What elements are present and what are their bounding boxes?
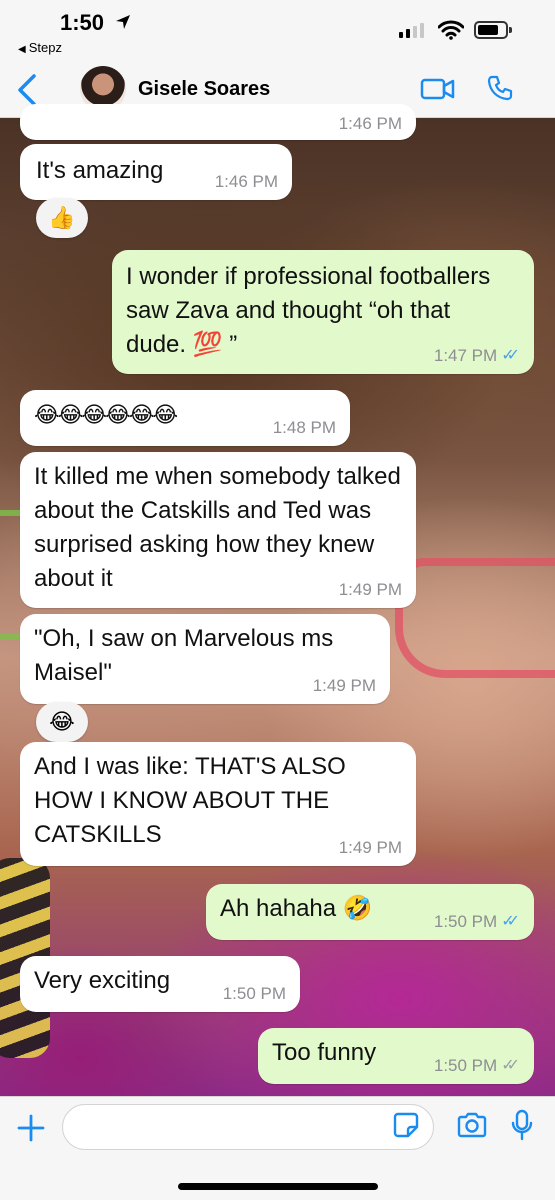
message-time: 1:47 PM ✓✓ bbox=[433, 346, 520, 365]
back-app-label: Stepz bbox=[28, 40, 62, 55]
wifi-icon bbox=[438, 20, 464, 40]
battery-icon bbox=[474, 21, 512, 39]
chevron-left-icon[interactable] bbox=[14, 72, 42, 108]
message-bubble-incoming[interactable]: And I was like: THAT'S ALSO HOW I KNOW A… bbox=[20, 742, 416, 866]
message-time: 1:48 PM bbox=[272, 418, 336, 437]
delivered-receipt-icon: ✓✓ bbox=[501, 1057, 520, 1074]
microphone-icon[interactable] bbox=[510, 1109, 534, 1141]
message-time: 1:50 PM ✓✓ bbox=[433, 912, 520, 931]
phone-icon[interactable] bbox=[486, 74, 514, 102]
laughing-face-icon: 😂 bbox=[49, 709, 75, 734]
video-camera-icon[interactable] bbox=[420, 76, 456, 102]
status-time: 1:50 bbox=[60, 10, 105, 35]
wallpaper-glasses-shape bbox=[395, 558, 555, 678]
camera-icon[interactable] bbox=[456, 1111, 488, 1139]
message-bubble-incoming[interactable]: It killed me when somebody talked about … bbox=[20, 452, 416, 608]
message-bubble-incoming[interactable]: "Oh, I saw on Marvelous ms Maisel" 1:49 … bbox=[20, 614, 390, 704]
message-bubble-outgoing[interactable]: Ah hahaha 🤣 1:50 PM ✓✓ bbox=[206, 884, 534, 940]
thumbs-up-icon: 👍 bbox=[48, 205, 76, 230]
message-time: 1:50 PM ✓✓ bbox=[433, 1056, 520, 1075]
location-arrow-icon bbox=[116, 15, 130, 29]
status-bar: 1:50 ◀ Stepz bbox=[0, 0, 555, 62]
message-bubble-outgoing[interactable]: I wonder if professional footballers saw… bbox=[112, 250, 534, 374]
contact-name[interactable]: Gisele Soares bbox=[138, 78, 270, 101]
back-to-app-link[interactable]: ◀ Stepz bbox=[18, 40, 62, 55]
read-receipt-icon: ✓✓ bbox=[501, 913, 520, 930]
cellular-signal-icon bbox=[399, 22, 424, 38]
plus-icon[interactable] bbox=[16, 1113, 46, 1143]
message-time: 1:46 PM bbox=[214, 172, 278, 191]
message-input-bar bbox=[0, 1096, 555, 1200]
message-bubble-incoming[interactable]: 1:46 PM bbox=[20, 104, 416, 140]
message-time: 1:49 PM bbox=[338, 838, 402, 857]
message-time: 1:50 PM bbox=[222, 984, 286, 1003]
home-indicator[interactable] bbox=[178, 1183, 378, 1190]
message-bubble-incoming[interactable]: It's amazing 1:46 PM bbox=[20, 144, 292, 200]
read-receipt-icon: ✓✓ bbox=[501, 347, 520, 364]
message-bubble-incoming[interactable]: Very exciting 1:50 PM bbox=[20, 956, 300, 1012]
message-input[interactable] bbox=[62, 1104, 434, 1150]
message-time: 1:46 PM bbox=[338, 114, 402, 133]
message-text: And I was like: THAT'S ALSO HOW I KNOW A… bbox=[34, 753, 353, 848]
message-bubble-outgoing[interactable]: Too funny 1:50 PM ✓✓ bbox=[258, 1028, 534, 1084]
message-bubble-incoming[interactable]: 😂😂😂😂😂😂 1:48 PM bbox=[20, 390, 350, 446]
message-time: 1:49 PM bbox=[312, 676, 376, 695]
message-time: 1:49 PM bbox=[338, 580, 402, 599]
message-reaction[interactable]: 😂 bbox=[36, 702, 88, 742]
message-text: It killed me when somebody talked about … bbox=[34, 463, 408, 592]
sticker-icon[interactable] bbox=[392, 1111, 420, 1139]
message-reaction[interactable]: 👍 bbox=[36, 198, 88, 238]
